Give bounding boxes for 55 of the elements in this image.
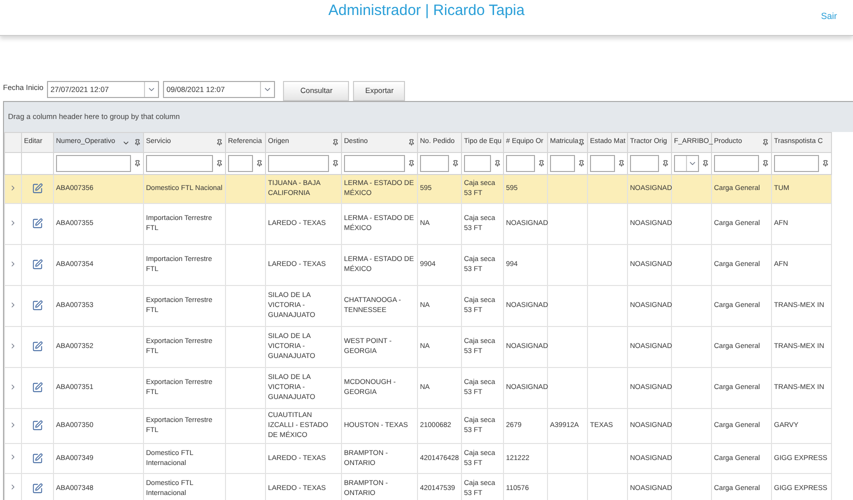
filter-pin-icon[interactable] (578, 139, 586, 146)
filter-pin-icon[interactable] (538, 160, 545, 167)
edit-icon[interactable] (32, 452, 43, 464)
dropdown-caret-icon[interactable] (263, 85, 272, 94)
expand-icon[interactable] (9, 184, 17, 192)
expand-icon[interactable] (9, 420, 17, 429)
filter-pin-icon[interactable] (822, 160, 829, 167)
filter-input[interactable] (344, 155, 405, 172)
filter-input[interactable] (228, 155, 253, 172)
filter-pin-icon[interactable] (332, 139, 339, 146)
expand-icon[interactable] (9, 260, 17, 268)
expand-icon[interactable] (9, 453, 17, 462)
filter-pin-icon[interactable] (578, 160, 585, 167)
filter-pin-icon[interactable] (134, 160, 141, 167)
expand-icon[interactable] (9, 342, 17, 350)
filter-input[interactable] (464, 155, 491, 172)
filter-pin-icon[interactable] (256, 160, 263, 167)
edit-icon[interactable] (32, 300, 43, 312)
edit-icon[interactable] (32, 218, 43, 230)
filter-input[interactable] (590, 155, 615, 172)
edit-icon[interactable] (32, 382, 43, 394)
filter-pin-icon[interactable] (662, 160, 669, 167)
filter-input[interactable] (146, 155, 213, 172)
filter-input[interactable] (268, 155, 329, 172)
dropdown-caret-icon[interactable] (688, 159, 697, 168)
filter-input[interactable] (420, 155, 449, 172)
filter-pin-icon[interactable] (332, 160, 339, 167)
expand-icon[interactable] (9, 218, 17, 227)
filter-input[interactable] (774, 155, 819, 172)
edit-icon[interactable] (32, 341, 43, 352)
filter-input[interactable] (550, 155, 575, 172)
filter-pin-icon[interactable] (216, 139, 223, 146)
filter-pin-icon[interactable] (134, 139, 141, 146)
filter-pin-icon[interactable] (408, 139, 415, 146)
dropdown-caret-icon[interactable] (147, 85, 156, 94)
edit-icon[interactable] (32, 259, 43, 270)
filter-pin-icon[interactable] (216, 160, 223, 167)
filter-input[interactable] (714, 155, 759, 172)
filter-pin-icon[interactable] (618, 160, 625, 167)
expand-icon[interactable] (9, 382, 17, 391)
expand-icon[interactable] (9, 483, 17, 492)
page-title: Administrador | Ricardo Tapia (328, 1, 525, 22)
edit-icon[interactable] (32, 482, 43, 494)
filter-input[interactable] (506, 155, 535, 172)
filter-pin-icon[interactable] (452, 160, 459, 167)
filter-input[interactable] (56, 155, 131, 172)
edit-icon[interactable] (32, 420, 43, 432)
filter-pin-icon[interactable] (408, 160, 415, 167)
filter-pin-icon[interactable] (762, 139, 769, 146)
filter-input[interactable] (630, 155, 659, 172)
filter-pin-icon[interactable] (494, 160, 501, 167)
edit-icon[interactable] (32, 183, 43, 194)
filter-pin-icon[interactable] (702, 160, 709, 167)
filter-pin-icon[interactable] (762, 160, 769, 167)
expand-icon[interactable] (9, 300, 17, 309)
